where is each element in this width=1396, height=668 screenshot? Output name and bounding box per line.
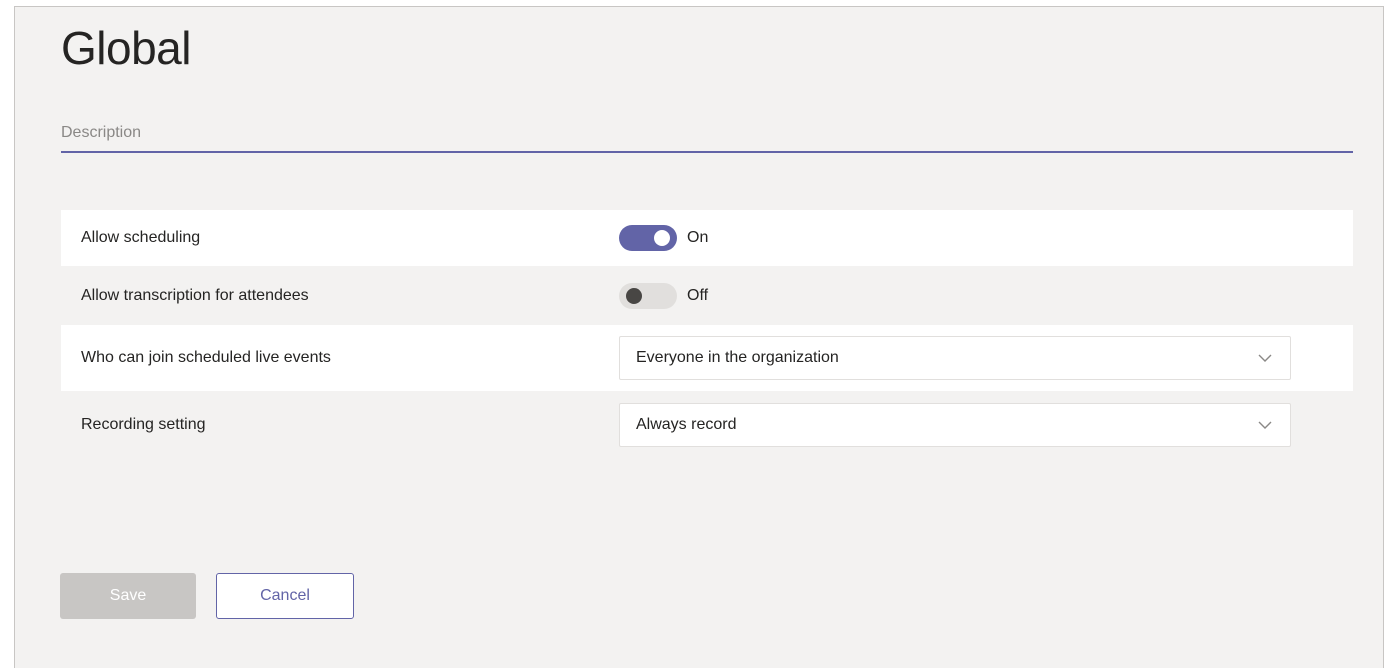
description-input[interactable] (61, 119, 1353, 147)
setting-label: Allow transcription for attendees (81, 287, 309, 304)
toggle-knob (626, 288, 642, 304)
toggle-state-label: Off (687, 287, 709, 304)
recording-setting-dropdown[interactable]: Always record (619, 403, 1291, 447)
policy-panel: Global Allow scheduling On Allow transcr… (14, 6, 1384, 668)
setting-row-allow-scheduling: Allow scheduling On (61, 210, 1353, 266)
allow-transcription-toggle-group: Off (619, 283, 708, 309)
dropdown-selected-value: Always record (636, 416, 737, 433)
toggle-knob (654, 230, 670, 246)
setting-row-allow-transcription: Allow transcription for attendees Off (61, 268, 1353, 324)
allow-scheduling-toggle[interactable] (619, 225, 677, 251)
cancel-button[interactable]: Cancel (216, 573, 354, 619)
allow-transcription-toggle[interactable] (619, 283, 677, 309)
allow-scheduling-toggle-group: On (619, 225, 708, 251)
who-can-join-dropdown[interactable]: Everyone in the organization (619, 336, 1291, 380)
save-button[interactable]: Save (60, 573, 196, 619)
setting-row-recording-setting: Recording setting Always record (61, 394, 1353, 456)
page-title: Global (61, 22, 191, 74)
chevron-down-icon (1258, 354, 1272, 362)
setting-row-who-can-join: Who can join scheduled live events Every… (61, 325, 1353, 391)
setting-label: Allow scheduling (81, 229, 201, 246)
toggle-state-label: On (687, 229, 709, 246)
description-field-container (61, 113, 1353, 153)
dropdown-selected-value: Everyone in the organization (636, 349, 839, 366)
setting-label: Who can join scheduled live events (81, 349, 331, 366)
setting-label: Recording setting (81, 416, 206, 433)
chevron-down-icon (1258, 421, 1272, 429)
